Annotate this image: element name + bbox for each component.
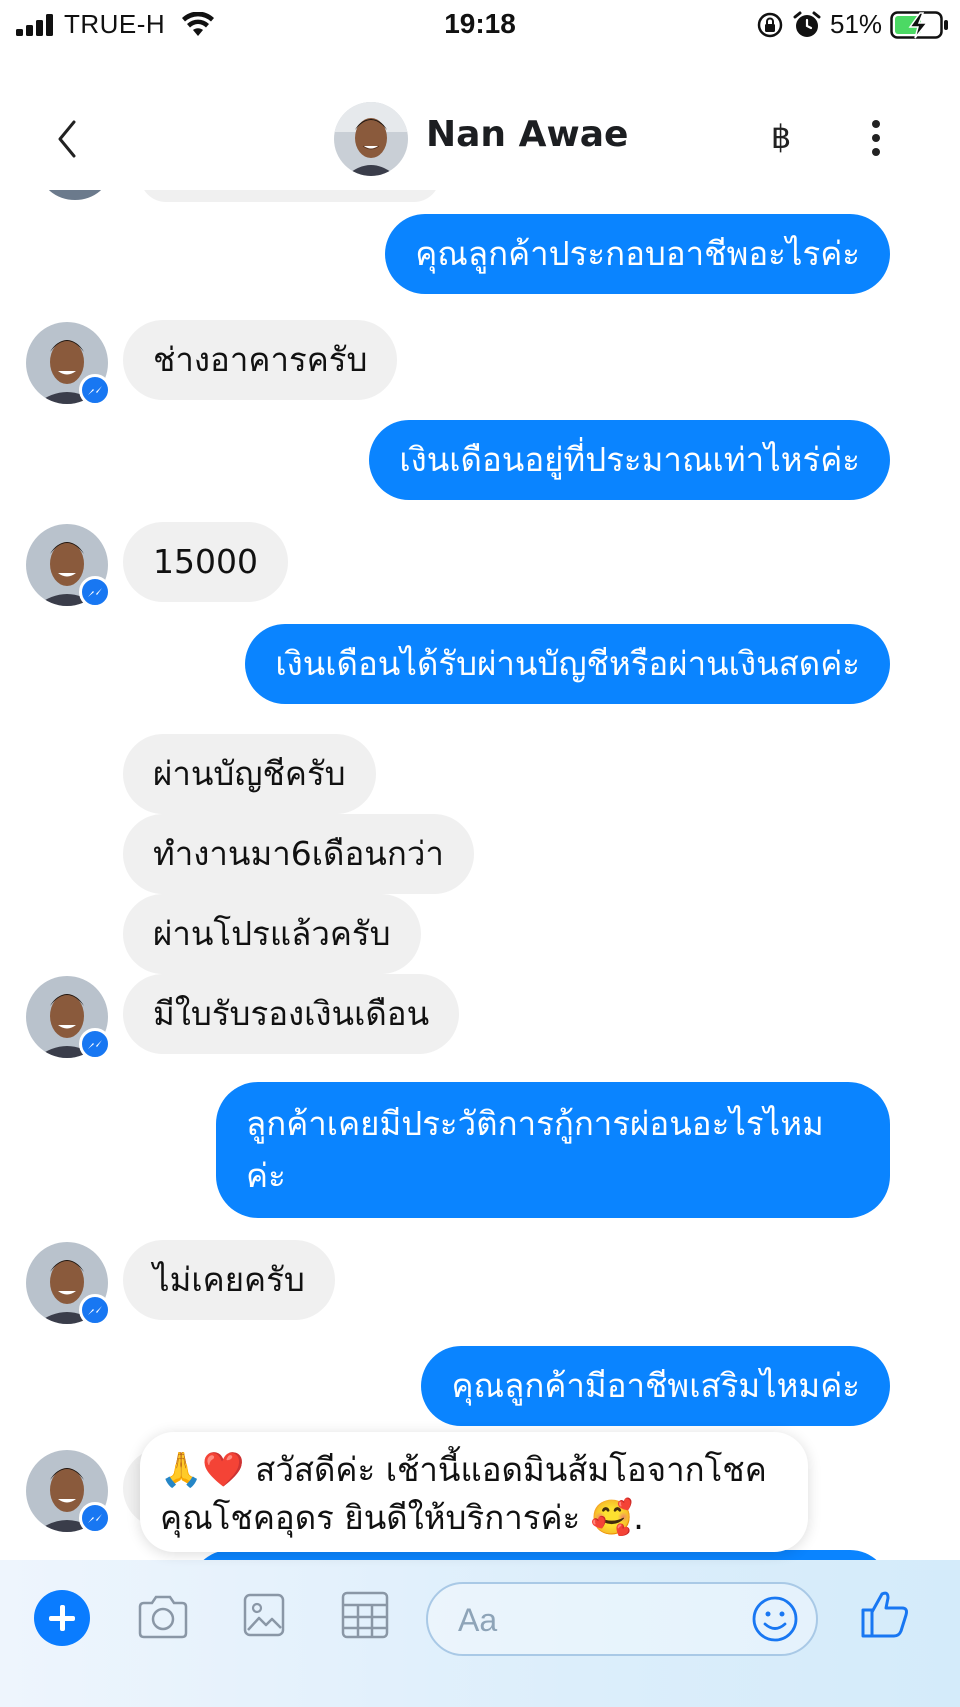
message-list[interactable]: คุณลูกค้าประกอบอาชีพอะไรค่ะ ช่างอาคารครั…	[0, 190, 960, 1560]
notification-banner[interactable]: 🙏❤️ สวัสดีค่ะ เช้านี้แอดมินส้มโอจากโชค ค…	[140, 1432, 808, 1552]
more-options-button[interactable]	[866, 116, 886, 160]
table-icon[interactable]	[340, 1590, 390, 1640]
alarm-icon	[793, 11, 821, 37]
emoji-icon[interactable]	[750, 1594, 800, 1644]
contact-name[interactable]: Nan Awae	[426, 114, 628, 155]
rotation-lock-icon	[757, 12, 783, 38]
message-outgoing[interactable]: ลูกค้าเคยมีประวัติการกู้การผ่อนอะไรไหม ค…	[216, 1082, 890, 1218]
notification-line-2: คุณโชคอุดร ยินดีให้บริการค่ะ	[160, 1498, 581, 1537]
message-incoming[interactable]: ทำงานมา6เดือนกว่า	[123, 814, 474, 894]
messenger-icon	[79, 1294, 111, 1326]
back-button[interactable]	[48, 114, 88, 164]
avatar-partial	[40, 190, 110, 200]
messenger-icon	[79, 576, 111, 608]
composer-bar	[0, 1560, 960, 1707]
message-incoming[interactable]: ช่างอาคารครับ	[123, 320, 398, 400]
camera-icon[interactable]	[136, 1593, 190, 1641]
contact-avatar[interactable]	[334, 102, 408, 176]
smiling-hearts-emoji: 🥰.	[590, 1498, 644, 1538]
payment-button[interactable]: ฿	[766, 118, 796, 156]
message-outgoing[interactable]: คุณลูกค้าประกอบอาชีพอะไรค่ะ	[385, 214, 890, 294]
message-bubble-partial	[140, 190, 440, 202]
status-bar: TRUE-H 19:18 51%	[0, 0, 960, 50]
message-incoming[interactable]: 15000	[123, 522, 288, 602]
message-outgoing[interactable]: คุณลูกค้ามีอาชีพเสริมไหมค่ะ	[421, 1346, 890, 1426]
message-incoming[interactable]: ไม่เคยครับ	[123, 1240, 335, 1320]
thumbs-up-icon[interactable]	[860, 1588, 910, 1640]
chat-header: Nan Awae ฿	[0, 84, 960, 194]
add-button[interactable]	[34, 1590, 90, 1646]
message-outgoing[interactable]: เงินเดือนได้รับผ่านบัญชีหรือผ่านเงินสดค่…	[245, 624, 890, 704]
pray-heart-emoji: 🙏❤️	[160, 1450, 245, 1490]
messenger-icon	[79, 1502, 111, 1534]
message-incoming[interactable]: ผ่านโปรแล้วครับ	[123, 894, 421, 974]
messenger-icon	[79, 1028, 111, 1060]
battery-charging-icon	[890, 11, 948, 39]
message-input-wrapper[interactable]	[426, 1582, 818, 1656]
message-incoming[interactable]: มีใบรับรองเงินเดือน	[123, 974, 460, 1054]
battery-percent: 51%	[830, 9, 883, 39]
message-incoming[interactable]: ผ่านบัญชีครับ	[123, 734, 376, 814]
message-outgoing[interactable]: เงินเดือนอยู่ที่ประมาณเท่าไหร่ค่ะ	[369, 420, 890, 500]
image-icon[interactable]	[242, 1590, 286, 1640]
notification-line-1: สวัสดีค่ะ เช้านี้แอดมินส้มโอจากโชค	[255, 1450, 767, 1489]
message-input[interactable]	[458, 1598, 698, 1642]
messenger-icon	[79, 374, 111, 406]
